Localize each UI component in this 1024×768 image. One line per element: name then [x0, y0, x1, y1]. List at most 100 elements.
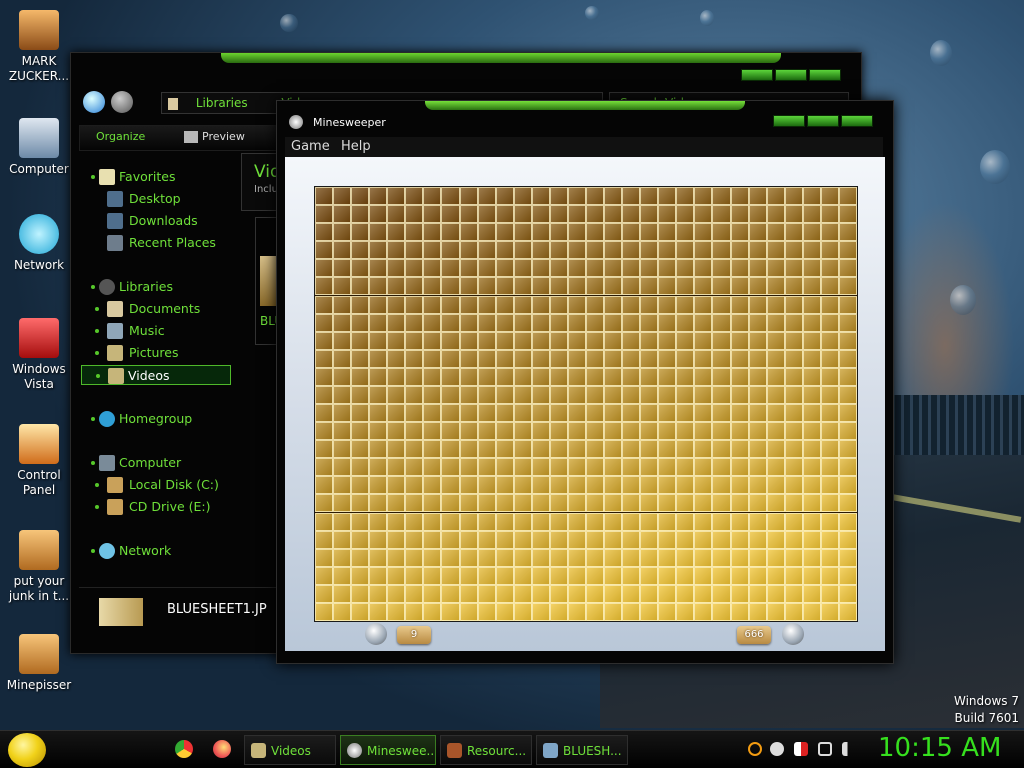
- mine-cell[interactable]: [423, 404, 442, 423]
- mine-cell[interactable]: [604, 494, 623, 513]
- mine-cell[interactable]: [838, 602, 857, 621]
- tree-item-cd-drive[interactable]: CD Drive (E:): [95, 497, 211, 517]
- mine-cell[interactable]: [405, 584, 424, 603]
- mine-cell[interactable]: [333, 566, 352, 585]
- mine-cell[interactable]: [676, 367, 695, 386]
- mine-cell[interactable]: [802, 241, 821, 260]
- mine-cell[interactable]: [333, 458, 352, 477]
- mine-cell[interactable]: [369, 512, 388, 531]
- mine-cell[interactable]: [604, 331, 623, 350]
- mine-cell[interactable]: [766, 548, 785, 567]
- mine-cell[interactable]: [531, 313, 550, 332]
- mine-cell[interactable]: [604, 349, 623, 368]
- mine-cell[interactable]: [495, 440, 514, 459]
- mine-cell[interactable]: [820, 223, 839, 242]
- mine-cell[interactable]: [802, 187, 821, 206]
- mine-cell[interactable]: [622, 584, 641, 603]
- mine-cell[interactable]: [694, 512, 713, 531]
- tree-item-recent-places[interactable]: Recent Places: [105, 233, 216, 253]
- mine-cell[interactable]: [838, 223, 857, 242]
- mine-cell[interactable]: [513, 241, 532, 260]
- chat-icon[interactable]: [770, 742, 784, 756]
- preview-button[interactable]: Preview: [202, 130, 245, 143]
- mine-cell[interactable]: [333, 223, 352, 242]
- mine-cell[interactable]: [766, 584, 785, 603]
- mine-cell[interactable]: [495, 458, 514, 477]
- mine-cell[interactable]: [513, 548, 532, 567]
- mine-cell[interactable]: [694, 313, 713, 332]
- mine-cell[interactable]: [604, 295, 623, 314]
- mine-cell[interactable]: [459, 241, 478, 260]
- tree-item-desktop[interactable]: Desktop: [105, 189, 181, 209]
- mine-cell[interactable]: [712, 404, 731, 423]
- mine-cell[interactable]: [477, 530, 496, 549]
- mine-cell[interactable]: [730, 422, 749, 441]
- mine-cell[interactable]: [315, 440, 334, 459]
- back-arrow-icon[interactable]: [83, 91, 105, 113]
- mine-cell[interactable]: [658, 584, 677, 603]
- minefield[interactable]: [314, 186, 858, 622]
- mine-cell[interactable]: [820, 512, 839, 531]
- mine-cell[interactable]: [549, 385, 568, 404]
- mine-cell[interactable]: [369, 331, 388, 350]
- mine-cell[interactable]: [640, 241, 659, 260]
- mine-cell[interactable]: [423, 241, 442, 260]
- mine-cell[interactable]: [441, 530, 460, 549]
- mine-cell[interactable]: [694, 422, 713, 441]
- mine-cell[interactable]: [333, 584, 352, 603]
- mine-cell[interactable]: [513, 602, 532, 621]
- mine-cell[interactable]: [333, 512, 352, 531]
- mine-cell[interactable]: [820, 404, 839, 423]
- taskbar-clock[interactable]: 10:15 AM: [878, 733, 1001, 763]
- mine-cell[interactable]: [748, 385, 767, 404]
- mine-cell[interactable]: [423, 349, 442, 368]
- mine-cell[interactable]: [513, 530, 532, 549]
- mine-cell[interactable]: [369, 349, 388, 368]
- mine-cell[interactable]: [730, 385, 749, 404]
- mine-cell[interactable]: [676, 385, 695, 404]
- mine-cell[interactable]: [748, 476, 767, 495]
- mine-cell[interactable]: [676, 187, 695, 206]
- mine-cell[interactable]: [766, 313, 785, 332]
- mine-cell[interactable]: [513, 223, 532, 242]
- mine-cell[interactable]: [549, 548, 568, 567]
- mine-cell[interactable]: [495, 313, 514, 332]
- tree-item-favorites[interactable]: Favorites: [85, 167, 239, 187]
- mine-cell[interactable]: [441, 277, 460, 296]
- mine-cell[interactable]: [387, 440, 406, 459]
- mine-cell[interactable]: [495, 602, 514, 621]
- mine-cell[interactable]: [441, 367, 460, 386]
- mine-cell[interactable]: [586, 367, 605, 386]
- mine-cell[interactable]: [333, 277, 352, 296]
- mine-cell[interactable]: [315, 458, 334, 477]
- expand-dot[interactable]: [95, 483, 99, 487]
- mine-cell[interactable]: [802, 422, 821, 441]
- mine-cell[interactable]: [622, 476, 641, 495]
- tree-item-downloads[interactable]: Downloads: [105, 211, 198, 231]
- mine-cell[interactable]: [676, 404, 695, 423]
- tree-item-documents[interactable]: Documents: [95, 299, 200, 319]
- mine-cell[interactable]: [802, 259, 821, 278]
- mine-cell[interactable]: [820, 422, 839, 441]
- expand-dot[interactable]: [91, 285, 95, 289]
- mine-cell[interactable]: [369, 385, 388, 404]
- mine-cell[interactable]: [658, 512, 677, 531]
- mine-cell[interactable]: [838, 458, 857, 477]
- mine-cell[interactable]: [567, 584, 586, 603]
- mine-cell[interactable]: [387, 277, 406, 296]
- mine-cell[interactable]: [351, 458, 370, 477]
- mine-cell[interactable]: [531, 530, 550, 549]
- mine-cell[interactable]: [351, 385, 370, 404]
- mine-cell[interactable]: [405, 187, 424, 206]
- mine-cell[interactable]: [730, 512, 749, 531]
- mine-cell[interactable]: [567, 530, 586, 549]
- mine-cell[interactable]: [658, 277, 677, 296]
- mine-cell[interactable]: [477, 205, 496, 224]
- mine-cell[interactable]: [333, 367, 352, 386]
- mine-cell[interactable]: [802, 530, 821, 549]
- mine-cell[interactable]: [766, 295, 785, 314]
- mine-cell[interactable]: [622, 259, 641, 278]
- mine-cell[interactable]: [549, 566, 568, 585]
- mine-cell[interactable]: [387, 512, 406, 531]
- mine-cell[interactable]: [315, 602, 334, 621]
